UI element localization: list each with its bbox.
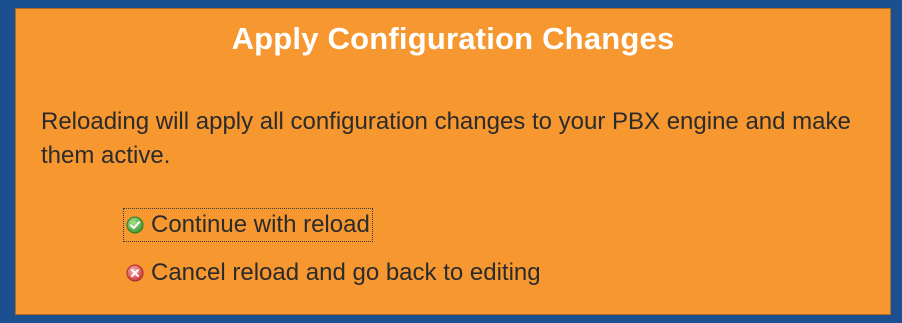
cancel-reload-link[interactable]: Cancel reload and go back to editing xyxy=(124,257,543,289)
dialog-title: Apply Configuration Changes xyxy=(231,21,675,56)
apply-config-dialog: Apply Configuration Changes Reloading wi… xyxy=(15,8,891,315)
dialog-message: Reloading will apply all configuration c… xyxy=(41,108,851,169)
cancel-reload-label: Cancel reload and go back to editing xyxy=(151,259,541,286)
cancel-circle-icon xyxy=(126,264,144,282)
continue-reload-link[interactable]: Continue with reload xyxy=(123,208,373,242)
continue-reload-label: Continue with reload xyxy=(151,211,370,238)
check-circle-icon xyxy=(126,216,144,234)
